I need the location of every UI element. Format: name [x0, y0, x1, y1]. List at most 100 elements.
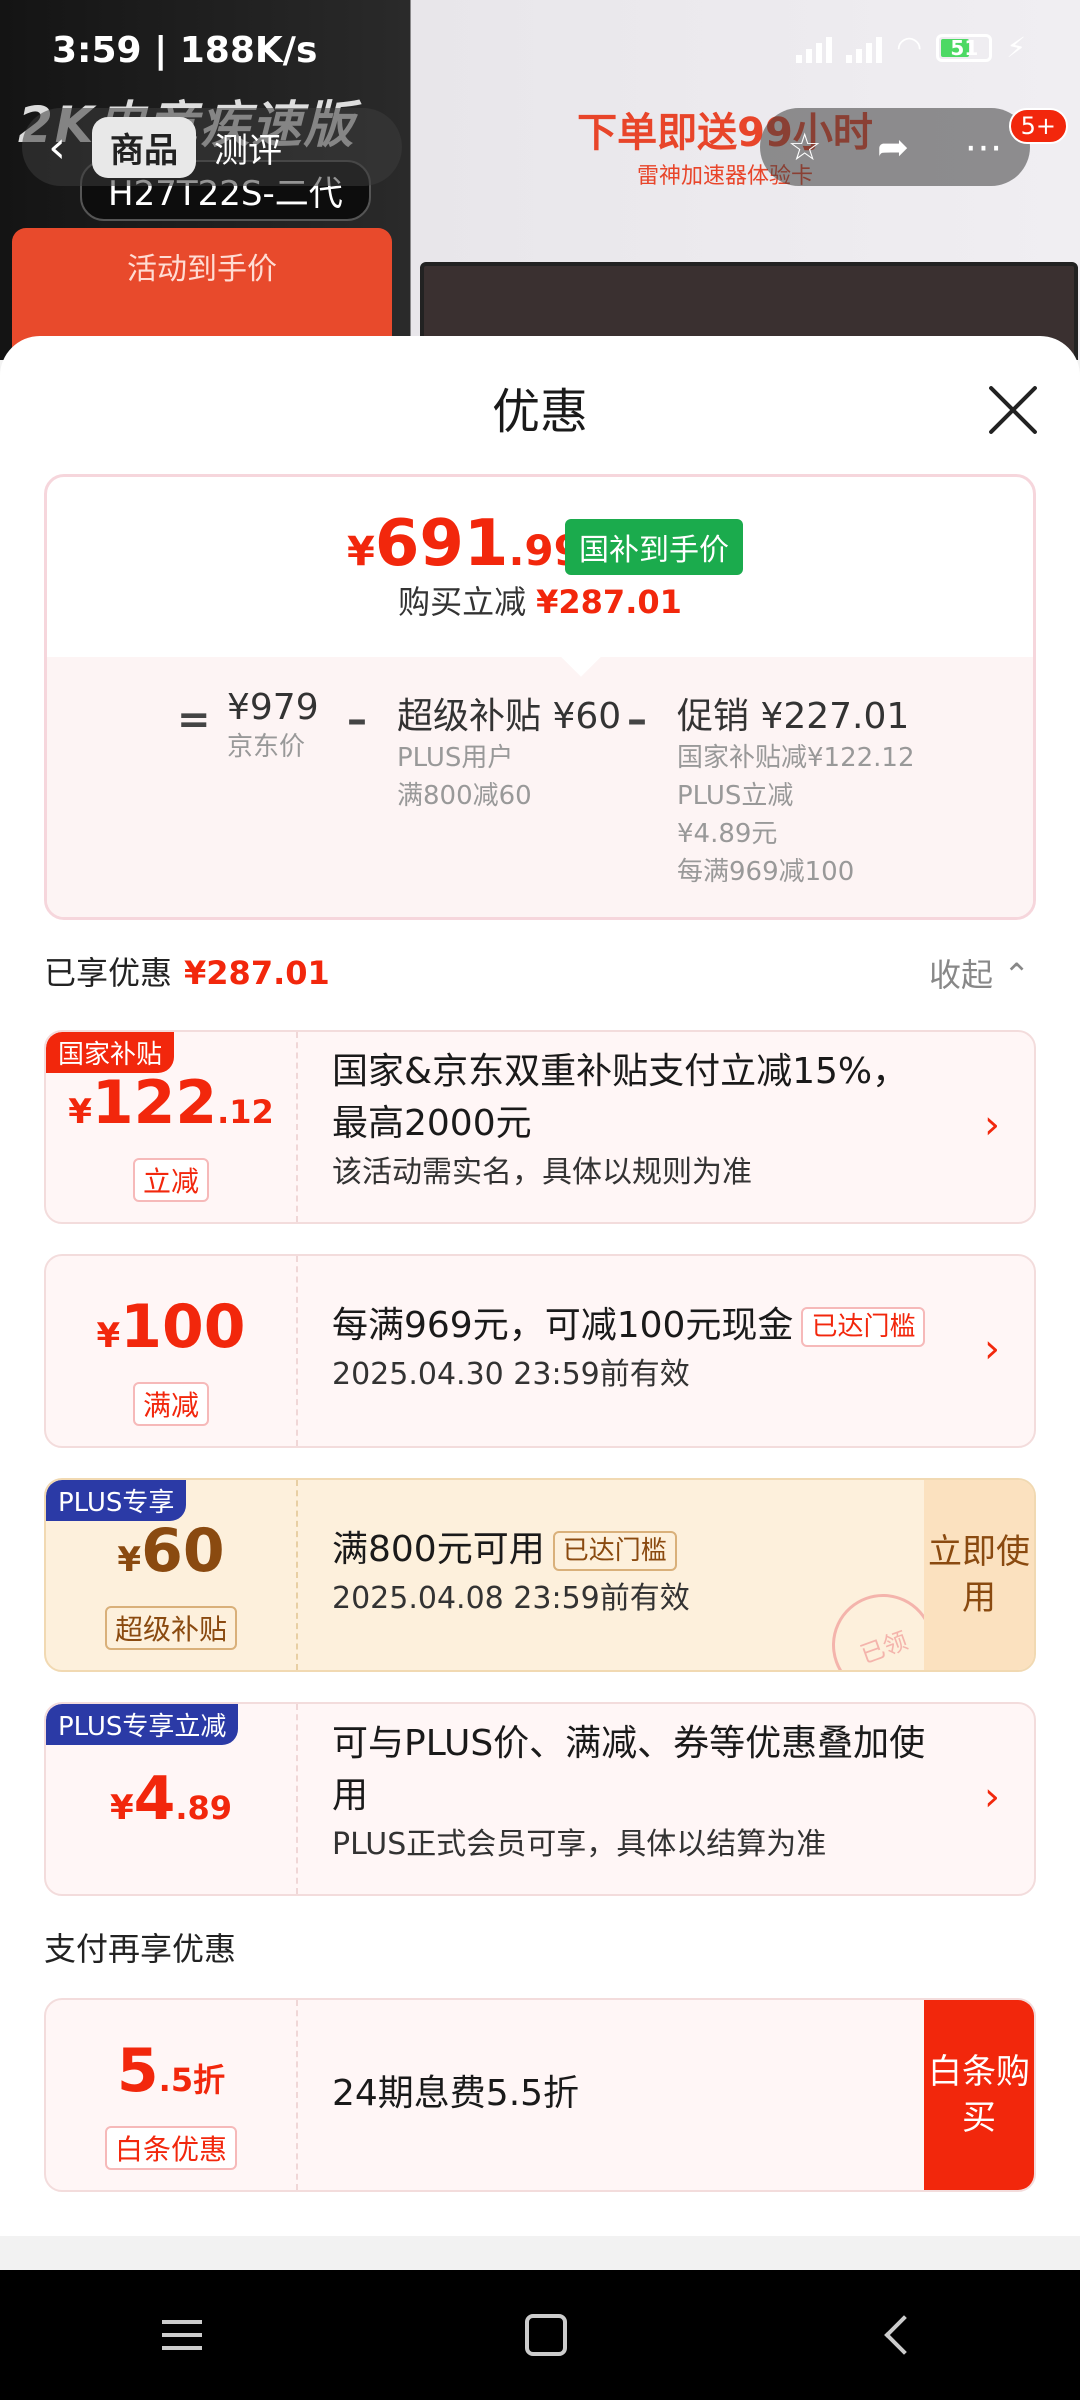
coupon-amount: 5.5折 — [46, 2036, 296, 2106]
close-icon[interactable] — [984, 382, 1040, 438]
enjoyed-label: 已享优惠 — [44, 954, 173, 992]
price-integer: 691 — [374, 507, 509, 581]
chevron-right-icon[interactable]: › — [984, 1774, 1000, 1820]
back-icon[interactable] — [884, 2315, 925, 2355]
coupon-amount: ¥60 — [46, 1516, 296, 1586]
coupon-amount-area: ¥100 满减 — [46, 1256, 298, 1446]
favorite-icon[interactable]: ☆ — [788, 125, 822, 169]
threshold-reached-badge: 已达门槛 — [552, 1531, 677, 1571]
system-nav-bar — [0, 2270, 1080, 2400]
coupon-amount-area: 国家补贴 ¥122.12 立减 — [46, 1032, 298, 1222]
amount-symbol: ¥ — [117, 1540, 142, 1580]
coupon-body: 24期息费5.5折 — [332, 2068, 894, 2120]
amount-symbol: ¥ — [96, 1316, 121, 1356]
threshold-reached-badge: 已达门槛 — [801, 1307, 926, 1347]
promotion-full-reduction: 每满969减100 — [677, 857, 855, 887]
coupon-title: 可与PLUS价、满减、券等优惠叠加使用 — [332, 1723, 926, 1816]
amount-integer: 100 — [120, 1292, 246, 1362]
coupon-baitiao: 5.5折 白条优惠 24期息费5.5折 白条购买 — [44, 1998, 1036, 2192]
baitiao-buy-button[interactable]: 白条购买 — [924, 2000, 1034, 2190]
coupon-expiry: 2025.04.30 23:59前有效 — [332, 1357, 690, 1392]
coupon-plus-instant-reduction[interactable]: PLUS专享立减 ¥4.89 可与PLUS价、满减、券等优惠叠加使用 PLUS正… — [44, 1702, 1036, 1896]
coupon-gov-subsidy[interactable]: 国家补贴 ¥122.12 立减 国家&京东双重补贴支付立减15%，最高2000元… — [44, 1030, 1036, 1224]
coupon-body: 满800元可用 已达门槛 2025.04.08 23:59前有效 — [332, 1524, 894, 1622]
share-icon[interactable]: ➦ — [877, 125, 909, 169]
coupon-tag: PLUS专享立减 — [46, 1704, 239, 1745]
signal-icon — [846, 33, 883, 63]
coupon-amount: ¥122.12 — [46, 1068, 296, 1138]
chevron-right-icon[interactable]: › — [984, 1326, 1000, 1372]
equals-sign: = — [177, 697, 211, 743]
coupon-body: 每满969元，可减100元现金 已达门槛 2025.04.30 23:59前有效 — [332, 1300, 944, 1398]
amount-symbol: ¥ — [68, 1092, 92, 1132]
coupon-title: 国家&京东双重补贴支付立减15%，最高2000元 — [332, 1051, 909, 1144]
product-price-label: 活动到手价 — [127, 252, 277, 287]
amount-integer: 60 — [141, 1516, 225, 1586]
home-icon[interactable] — [524, 2314, 567, 2356]
super-subsidy-condition: PLUS用户 — [397, 743, 514, 773]
promotion-column: 促销 ¥227.01 国家补贴减¥122.12 PLUS立减 ¥4.89元 每满… — [677, 687, 915, 891]
amount-integer: 4 — [133, 1764, 176, 1834]
promotion-total: 促销 ¥227.01 — [677, 696, 910, 737]
chevron-right-icon[interactable]: › — [984, 1102, 1000, 1148]
message-badge[interactable]: 5+ — [1008, 108, 1068, 144]
price-breakdown: = ¥979 京东价 – 超级补贴 ¥60 PLUS用户 满800减60 – 促… — [47, 657, 1033, 917]
super-subsidy-rule: 满800减60 — [397, 781, 532, 811]
coupon-full-reduction[interactable]: ¥100 满减 每满969元，可减100元现金 已达门槛 2025.04.30 2… — [44, 1254, 1036, 1448]
coupon-amount-area: PLUS专享 ¥60 超级补贴 — [46, 1480, 298, 1670]
sheet-title: 优惠 — [491, 384, 588, 440]
enjoyed-value: ¥287.01 — [184, 954, 330, 992]
promotion-gov-subsidy: 国家补贴减¥122.12 — [677, 743, 915, 773]
coupon-title: 满800元可用 — [332, 1529, 545, 1570]
coupon-tag: PLUS专享 — [46, 1480, 187, 1521]
promotion-plus-label: PLUS立减 — [677, 781, 794, 811]
more-icon[interactable]: ⋯ — [964, 125, 1002, 169]
coupon-type-badge: 超级补贴 — [104, 1606, 237, 1650]
status-icons: ◠ 51 ⚡ — [796, 30, 1026, 65]
jd-price: ¥979 — [227, 687, 319, 728]
super-subsidy: 超级补贴 ¥60 — [397, 696, 622, 737]
pay-discount-title: 支付再享优惠 — [44, 1930, 237, 1968]
price-summary-card: ¥691.99 国补到手价 购买立减 ¥287.01 = ¥979 京东价 – 超… — [44, 474, 1036, 920]
amount-symbol: ¥ — [109, 1788, 134, 1828]
tab-goods[interactable]: 商品 — [92, 116, 196, 178]
signal-icon — [796, 33, 833, 63]
status-time: 3:59 | 188K/s — [52, 30, 318, 71]
jd-price-column: ¥979 京东价 — [227, 687, 319, 766]
coupon-type-badge: 满减 — [132, 1382, 209, 1426]
amount-decimal: .12 — [217, 1093, 274, 1131]
coupon-desc: PLUS正式会员可享，具体以结算为准 — [332, 1827, 827, 1862]
coupon-tag: 国家补贴 — [46, 1032, 175, 1073]
super-subsidy-column: 超级补贴 ¥60 PLUS用户 满800减60 — [397, 687, 621, 815]
charging-icon: ⚡ — [1006, 31, 1026, 64]
coupon-plus-super-subsidy: PLUS专享 ¥60 超级补贴 满800元可用 已达门槛 2025.04.08 2… — [44, 1478, 1036, 1672]
coupon-body: 国家&京东双重补贴支付立减15%，最高2000元 该活动需实名，具体以规则为准 — [332, 1046, 944, 1196]
discount-sheet: 优惠 ¥691.99 国补到手价 购买立减 ¥287.01 = ¥979 京东价 … — [0, 336, 1080, 2236]
promotion-plus-value: ¥4.89元 — [677, 819, 778, 849]
reduction-value: ¥287.01 — [536, 583, 682, 621]
coupon-amount: ¥100 — [46, 1292, 296, 1362]
coupon-amount-area: PLUS专享立减 ¥4.89 — [46, 1704, 298, 1894]
collapse-label: 收起 — [929, 956, 994, 994]
collapse-toggle[interactable]: 收起 ⌃ — [929, 950, 1030, 996]
price-symbol: ¥ — [347, 529, 375, 575]
coupon-type-badge: 立减 — [132, 1158, 209, 1202]
status-bar: 3:59 | 188K/s ◠ 51 ⚡ — [0, 0, 1080, 104]
battery-icon: 51 — [936, 33, 993, 62]
top-nav: ‹ 商品 测评 — [22, 108, 402, 186]
minus-sign: – — [627, 697, 647, 743]
gov-subsidy-price-badge: 国补到手价 — [565, 519, 743, 575]
menu-icon[interactable] — [161, 2320, 202, 2350]
use-now-button[interactable]: 立即使用 — [924, 1480, 1034, 1670]
coupon-amount-area: 5.5折 白条优惠 — [46, 2000, 298, 2190]
purchase-reduction: 购买立减 ¥287.01 — [47, 577, 1033, 623]
jd-price-label: 京东价 — [227, 732, 306, 762]
coupon-desc: 该活动需实名，具体以规则为准 — [332, 1155, 752, 1190]
tab-review[interactable]: 测评 — [196, 117, 300, 178]
final-price: ¥691.99 — [347, 507, 583, 581]
coupon-title: 每满969元，可减100元现金 — [332, 1305, 794, 1346]
enjoyed-discount: 已享优惠 ¥287.01 — [44, 948, 330, 994]
top-actions: ☆ ➦ ⋯ — [760, 108, 1030, 186]
back-icon[interactable]: ‹ — [22, 122, 92, 173]
coupon-body: 可与PLUS价、满减、券等优惠叠加使用 PLUS正式会员可享，具体以结算为准 — [332, 1718, 944, 1868]
